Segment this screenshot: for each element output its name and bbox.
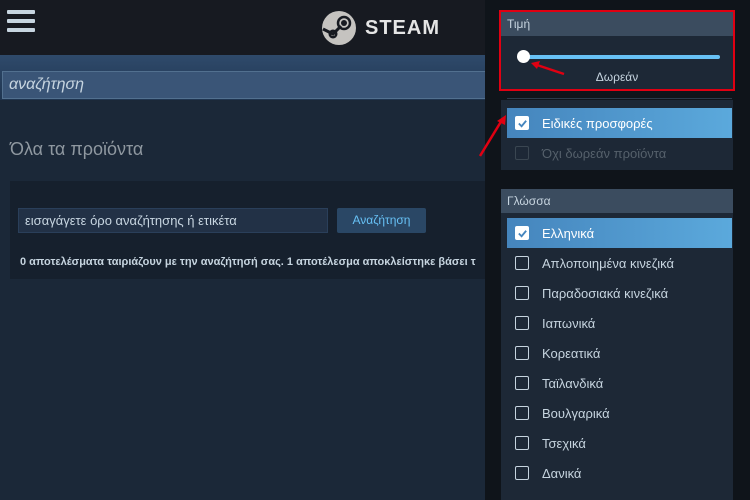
language-option[interactable]: Απλοποιημένα κινεζικά <box>507 248 732 278</box>
language-option-label: Ιαπωνικά <box>542 315 596 331</box>
hide-free-label: Όχι δωρεάν προϊόντα <box>542 145 667 161</box>
language-option-label: Ελληνικά <box>542 225 595 241</box>
language-option[interactable]: Βουλγαρικά <box>507 398 732 428</box>
checkbox-icon <box>515 346 529 360</box>
special-offers-option[interactable]: Ειδικές προσφορές <box>507 108 732 138</box>
search-button[interactable]: Αναζήτηση <box>337 208 426 233</box>
hamburger-icon[interactable] <box>7 10 35 32</box>
checkbox-icon <box>515 256 529 270</box>
store-search-input[interactable] <box>2 71 485 99</box>
language-option-label: Ταϊλανδικά <box>542 375 604 391</box>
language-option[interactable]: Ελληνικά <box>507 218 732 248</box>
steam-logo[interactable]: STEAM <box>321 10 440 46</box>
language-option[interactable]: Κορεατικά <box>507 338 732 368</box>
language-option-label: Παραδοσιακά κινεζικά <box>542 285 669 301</box>
language-option-label: Κορεατικά <box>542 345 601 361</box>
checkbox-icon <box>515 316 529 330</box>
price-separator <box>507 98 732 99</box>
language-option[interactable]: Ταϊλανδικά <box>507 368 732 398</box>
language-filter-header: Γλώσσα <box>501 189 733 213</box>
page-title: Όλα τα προϊόντα <box>10 139 144 159</box>
price-highlight-box <box>499 10 735 91</box>
checkbox-icon <box>515 406 529 420</box>
checkbox-checked-icon <box>515 226 529 240</box>
checkbox-icon <box>515 376 529 390</box>
language-option[interactable]: Δανικά <box>507 458 732 488</box>
term-search-input[interactable] <box>18 208 328 233</box>
hide-free-option[interactable]: Όχι δωρεάν προϊόντα <box>507 138 732 168</box>
checkbox-icon <box>515 436 529 450</box>
special-offers-label: Ειδικές προσφορές <box>542 115 653 131</box>
results-summary: 0 αποτελέσματα ταιριάζουν με την αναζήτη… <box>20 256 476 268</box>
checkbox-checked-icon <box>515 116 529 130</box>
checkbox-icon <box>515 286 529 300</box>
language-option-label: Τσεχικά <box>542 435 586 451</box>
language-option-label: Δανικά <box>542 465 582 481</box>
checkbox-icon <box>515 146 529 160</box>
language-option[interactable]: Τσεχικά <box>507 428 732 458</box>
logo-text: STEAM <box>365 16 440 39</box>
language-option[interactable]: Ιαπωνικά <box>507 308 732 338</box>
language-option-label: Απλοποιημένα κινεζικά <box>542 255 674 271</box>
language-option-label: Βουλγαρικά <box>542 405 610 421</box>
steam-logo-icon <box>322 11 356 45</box>
language-option[interactable]: Παραδοσιακά κινεζικά <box>507 278 732 308</box>
checkbox-icon <box>515 466 529 480</box>
